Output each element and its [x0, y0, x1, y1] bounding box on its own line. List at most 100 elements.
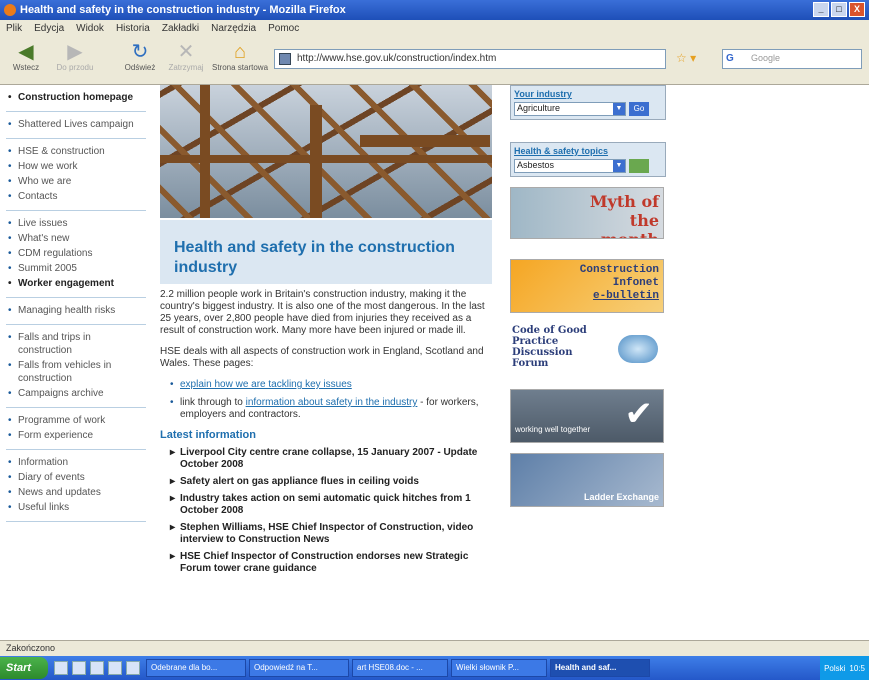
- list-item: link through to information about safety…: [170, 397, 496, 421]
- taskbar-item[interactable]: Odpowiedź na T...: [249, 659, 349, 677]
- quick-launch: [54, 661, 140, 675]
- menu-view[interactable]: Widok: [76, 23, 104, 34]
- taskbar-item[interactable]: Wielki słownik P...: [451, 659, 547, 677]
- sidebar-nav-link[interactable]: Summit 2005: [6, 261, 146, 276]
- list-text: link through to: [180, 397, 246, 408]
- sidebar-nav-link[interactable]: Falls from vehicles in construction: [6, 358, 146, 386]
- sidebar-nav-link[interactable]: CDM regulations: [6, 246, 146, 261]
- quicklaunch-icon[interactable]: [90, 661, 104, 675]
- code-banner-text: Code of Good Practice Discussion Forum: [512, 325, 587, 369]
- sidebar-nav-link[interactable]: Worker engagement: [6, 276, 146, 291]
- industry-value: Agriculture: [517, 103, 561, 113]
- news-item-link[interactable]: Liverpool City centre crane collapse, 15…: [170, 447, 496, 471]
- safety-info-link[interactable]: information about safety in the industry: [246, 397, 418, 408]
- sidebar-nav-link[interactable]: Programme of work: [6, 413, 146, 428]
- nav-group: InformationDiary of eventsNews and updat…: [6, 450, 146, 522]
- home-button[interactable]: ⌂ Strona startowa: [210, 41, 270, 72]
- main-text: 2.2 million people work in Britain's con…: [160, 289, 496, 583]
- menu-bookmarks[interactable]: Zakładki: [162, 23, 199, 34]
- sidebar-nav-link[interactable]: Form experience: [6, 428, 146, 443]
- sidebar-nav-link[interactable]: Construction homepage: [6, 90, 146, 105]
- google-search-icon: G: [726, 53, 734, 64]
- stop-icon: ✕: [177, 41, 195, 63]
- language-indicator[interactable]: Polski: [824, 664, 845, 673]
- intro-paragraph: 2.2 million people work in Britain's con…: [160, 289, 485, 336]
- key-issues-link[interactable]: explain how we are tackling key issues: [180, 379, 352, 390]
- sidebar-nav-link[interactable]: Managing health risks: [6, 303, 146, 318]
- latest-information-heading: Latest information: [160, 429, 256, 441]
- sidebar-nav-link[interactable]: What's new: [6, 231, 146, 246]
- stop-button[interactable]: ✕ Zatrzymaj: [166, 41, 206, 72]
- infonet-banner-text: Construction Infonet e-bulletin: [580, 264, 659, 303]
- back-arrow-icon: ◀: [18, 41, 34, 63]
- industry-select[interactable]: Agriculture ▼: [514, 102, 626, 116]
- url-bar[interactable]: http://www.hse.gov.uk/construction/index…: [274, 49, 666, 69]
- nav-group: Falls and trips in constructionFalls fro…: [6, 325, 146, 408]
- construction-infonet-banner[interactable]: Construction Infonet e-bulletin: [510, 259, 664, 313]
- nav-group: Managing health risks: [6, 298, 146, 325]
- close-button[interactable]: X: [849, 2, 865, 17]
- reload-icon: ↻: [131, 41, 149, 63]
- sidebar-nav-link[interactable]: Live issues: [6, 216, 146, 231]
- topics-label: Health & safety topics: [514, 146, 609, 156]
- taskbar: Start Odebrane dla bo... Odpowiedź na T.…: [0, 656, 869, 680]
- news-item-link[interactable]: Industry takes action on semi automatic …: [170, 493, 496, 517]
- taskbar-item[interactable]: Odebrane dla bo...: [146, 659, 246, 677]
- working-banner-text: working well together: [515, 425, 591, 434]
- sidebar-nav-link[interactable]: Diary of events: [6, 470, 146, 485]
- search-input[interactable]: G Google: [722, 49, 862, 69]
- sidebar-nav-link[interactable]: HSE & construction: [6, 144, 146, 159]
- menu-tools[interactable]: Narzędzia: [211, 23, 256, 34]
- sidebar-nav-link[interactable]: Campaigns archive: [6, 386, 146, 401]
- sidebar-nav-link[interactable]: Contacts: [6, 189, 146, 204]
- quicklaunch-icon[interactable]: [126, 661, 140, 675]
- minimize-button[interactable]: _: [813, 2, 829, 17]
- ladder-exchange-banner[interactable]: Ladder Exchange: [510, 453, 664, 507]
- quicklaunch-icon[interactable]: [54, 661, 68, 675]
- clock: 10:5: [849, 663, 865, 673]
- star-bookmark-icon[interactable]: ☆ ▾: [676, 51, 696, 65]
- taskbar-item[interactable]: art HSE08.doc - ...: [352, 659, 448, 677]
- maximize-button[interactable]: □: [831, 2, 847, 17]
- topics-select[interactable]: Asbestos ▼: [514, 159, 626, 173]
- back-button[interactable]: ◀ Wstecz: [6, 41, 46, 72]
- back-label: Wstecz: [12, 63, 40, 72]
- forward-arrow-icon: ▶: [67, 41, 83, 63]
- menu-help[interactable]: Pomoc: [268, 23, 299, 34]
- industry-go-button[interactable]: Go: [629, 102, 649, 116]
- menu-file[interactable]: Plik: [6, 23, 22, 34]
- site-favicon-icon: [279, 53, 291, 65]
- sidebar-nav-link[interactable]: Useful links: [6, 500, 146, 515]
- menu-history[interactable]: Historia: [116, 23, 150, 34]
- news-item-link[interactable]: Stephen Williams, HSE Chief Inspector of…: [170, 522, 496, 546]
- news-item-link[interactable]: HSE Chief Inspector of Construction endo…: [170, 551, 496, 575]
- menu-edit[interactable]: Edycja: [34, 23, 64, 34]
- working-well-together-banner[interactable]: working well together ✔: [510, 389, 664, 443]
- quicklaunch-icon[interactable]: [72, 661, 86, 675]
- news-list: Liverpool City centre crane collapse, 15…: [170, 447, 496, 575]
- topics-go-button[interactable]: [629, 159, 649, 173]
- search-placeholder: Google: [751, 53, 781, 63]
- news-item-link[interactable]: Safety alert on gas appliance flues in c…: [170, 476, 496, 488]
- infonet-line: Construction: [579, 264, 659, 276]
- reload-label: Odśwież: [124, 63, 156, 72]
- sidebar-nav-link[interactable]: Information: [6, 455, 146, 470]
- sidebar-nav-link[interactable]: Shattered Lives campaign: [6, 117, 146, 132]
- forward-button[interactable]: ▶ Do przodu: [50, 41, 100, 72]
- url-text: http://www.hse.gov.uk/construction/index…: [297, 53, 497, 64]
- sidebar-nav-link[interactable]: How we work: [6, 159, 146, 174]
- start-button[interactable]: Start: [0, 657, 48, 679]
- sidebar-nav-link[interactable]: Falls and trips in construction: [6, 330, 146, 358]
- home-icon: ⌂: [233, 41, 247, 63]
- code-of-practice-banner[interactable]: Code of Good Practice Discussion Forum: [510, 323, 664, 379]
- sidebar-nav-link[interactable]: News and updates: [6, 485, 146, 500]
- headline-box: Health and safety in the construction in…: [160, 220, 492, 284]
- quicklaunch-icon[interactable]: [108, 661, 122, 675]
- myth-banner-text: Myth of the month: [589, 192, 659, 238]
- taskbar-item-active[interactable]: Health and saf...: [550, 659, 650, 677]
- topics-value: Asbestos: [517, 160, 555, 170]
- reload-button[interactable]: ↻ Odśwież: [120, 41, 160, 72]
- sidebar-nav-link[interactable]: Who we are: [6, 174, 146, 189]
- myth-of-the-month-banner[interactable]: Myth of the month: [510, 187, 664, 239]
- nav-group: Live issuesWhat's newCDM regulationsSumm…: [6, 211, 146, 298]
